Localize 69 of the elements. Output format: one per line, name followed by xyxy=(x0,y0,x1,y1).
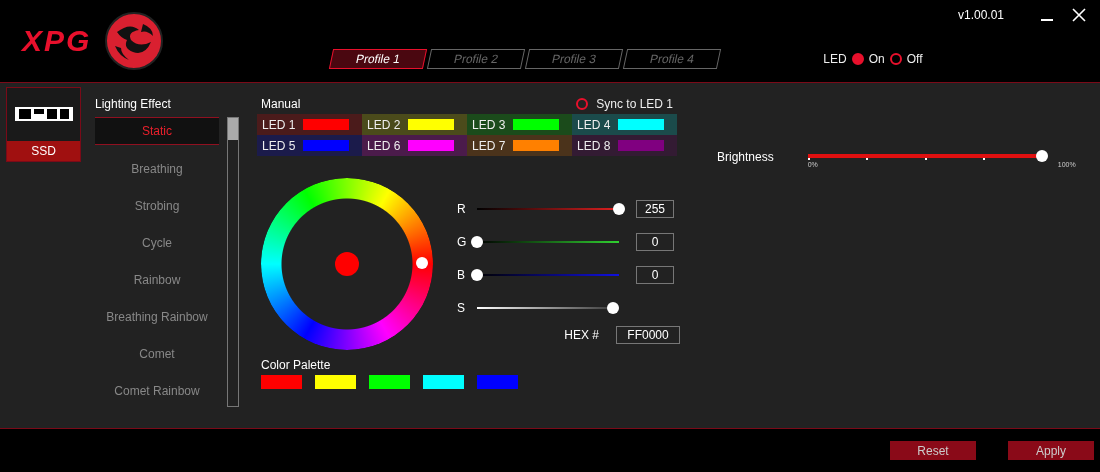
led-item[interactable]: LED 2 xyxy=(362,114,467,135)
slider-thumb[interactable] xyxy=(471,269,483,281)
led-name: LED 4 xyxy=(577,117,611,132)
device-label: SSD xyxy=(7,141,80,161)
led-item[interactable]: LED 1 xyxy=(257,114,362,135)
radio-button[interactable] xyxy=(889,53,902,65)
led-item[interactable]: LED 3 xyxy=(467,114,572,135)
close-icon[interactable] xyxy=(1072,8,1086,22)
led-name: LED 7 xyxy=(472,138,506,153)
effect-item[interactable]: Strobing xyxy=(95,193,219,219)
hex-label: HEX # xyxy=(564,328,599,342)
section-title: Lighting Effect xyxy=(95,97,172,111)
channel-label: G xyxy=(457,235,468,249)
channel-label: S xyxy=(457,301,466,315)
device-card[interactable]: SSD xyxy=(6,87,81,162)
hex-field[interactable]: FF0000 xyxy=(616,326,680,344)
channel-label: B xyxy=(457,268,466,282)
effect-item[interactable]: Rainbow xyxy=(95,267,219,293)
led-name: LED 6 xyxy=(367,138,401,153)
scrollbar[interactable] xyxy=(227,117,239,407)
radio-button[interactable] xyxy=(851,53,864,65)
slider-thumb[interactable] xyxy=(613,203,625,215)
channel-label: R xyxy=(457,202,467,216)
led-label: LED xyxy=(823,52,847,66)
brightness-label: Brightness xyxy=(717,150,774,166)
xpg-logo: XPG xyxy=(22,24,92,58)
profile-tab[interactable]: Profile 3 xyxy=(525,49,624,69)
palette-title: Color Palette xyxy=(261,358,332,372)
led-item[interactable]: LED 4 xyxy=(572,114,677,135)
slider-thumb[interactable] xyxy=(1035,150,1048,162)
led-item[interactable]: LED 5 xyxy=(257,135,362,156)
footer-button[interactable]: Reset xyxy=(890,441,976,460)
sync-label[interactable]: Sync to LED 1 xyxy=(596,97,673,111)
led-name: LED 5 xyxy=(262,138,296,153)
channel-value-field[interactable]: 0 xyxy=(636,266,674,284)
channel-value-field[interactable]: 255 xyxy=(636,200,674,218)
channel-value-field[interactable]: 0 xyxy=(636,233,674,251)
effect-item[interactable]: Static xyxy=(95,117,219,145)
profile-tab[interactable]: Profile 2 xyxy=(427,49,526,69)
palette-swatch[interactable] xyxy=(477,375,518,389)
palette-swatch[interactable] xyxy=(315,375,356,389)
led-name: LED 3 xyxy=(472,117,506,132)
effect-item[interactable]: Comet xyxy=(95,341,219,367)
profile-tab[interactable]: Profile 1 xyxy=(329,49,428,69)
slider-thumb[interactable] xyxy=(471,236,483,248)
effect-item[interactable]: Breathing xyxy=(95,156,219,182)
ssd-icon xyxy=(13,105,74,123)
radio-label[interactable]: On xyxy=(868,52,885,66)
slider-thumb[interactable] xyxy=(607,302,620,314)
section-title: Manual xyxy=(261,97,301,111)
led-item[interactable]: LED 8 xyxy=(572,135,677,156)
profile-tab[interactable]: Profile 4 xyxy=(623,49,722,69)
sync-radio[interactable] xyxy=(576,98,589,110)
version-label: v1.00.01 xyxy=(957,8,1004,22)
led-name: LED 1 xyxy=(262,117,296,132)
scrollbar-thumb[interactable] xyxy=(228,118,238,140)
led-name: LED 8 xyxy=(577,138,611,153)
effect-item[interactable]: Cycle xyxy=(95,230,219,256)
footer-button[interactable]: Apply xyxy=(1008,441,1094,460)
palette-swatch[interactable] xyxy=(261,375,302,389)
palette-swatch[interactable] xyxy=(369,375,410,389)
effect-item[interactable]: Comet Rainbow xyxy=(95,378,219,404)
led-name: LED 2 xyxy=(367,117,401,132)
led-item[interactable]: LED 7 xyxy=(467,135,572,156)
palette-swatch[interactable] xyxy=(423,375,464,389)
emblem-icon xyxy=(105,12,164,70)
effect-item[interactable]: Breathing Rainbow xyxy=(95,304,219,330)
radio-label[interactable]: Off xyxy=(906,52,923,66)
led-item[interactable]: LED 6 xyxy=(362,135,467,156)
